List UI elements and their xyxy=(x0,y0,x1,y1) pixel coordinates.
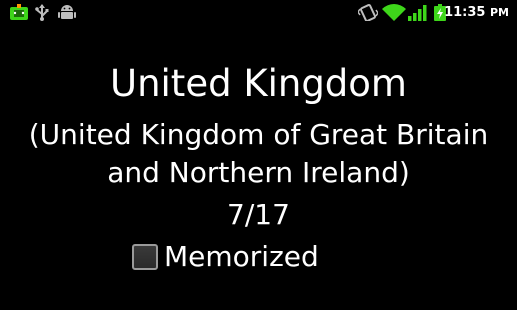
vibrate-icon xyxy=(358,4,378,21)
wifi-icon xyxy=(382,4,406,21)
flashcard: United Kingdom (United Kingdom of Great … xyxy=(0,25,517,310)
clock-meridiem: PM xyxy=(489,6,509,19)
usb-icon xyxy=(35,4,49,21)
memorized-toggle[interactable]: Memorized xyxy=(132,240,319,274)
android-debug-icon xyxy=(10,4,28,20)
country-name: United Kingdom xyxy=(110,62,407,105)
memorized-checkbox[interactable] xyxy=(132,244,158,270)
card-counter: 7/17 xyxy=(227,198,290,231)
status-clock: 11:35 PM xyxy=(444,3,509,22)
full-name-line-1: (United Kingdom of Great Britain xyxy=(28,118,489,151)
country-full-name: (United Kingdom of Great Britain and Nor… xyxy=(0,116,517,192)
signal-icon xyxy=(408,5,427,21)
memorized-label[interactable]: Memorized xyxy=(164,240,319,274)
full-name-line-2: and Northern Ireland) xyxy=(107,156,410,189)
clock-time: 11:35 xyxy=(444,5,486,20)
status-bar: 11:35 PM xyxy=(0,0,517,25)
android-icon xyxy=(58,5,76,19)
